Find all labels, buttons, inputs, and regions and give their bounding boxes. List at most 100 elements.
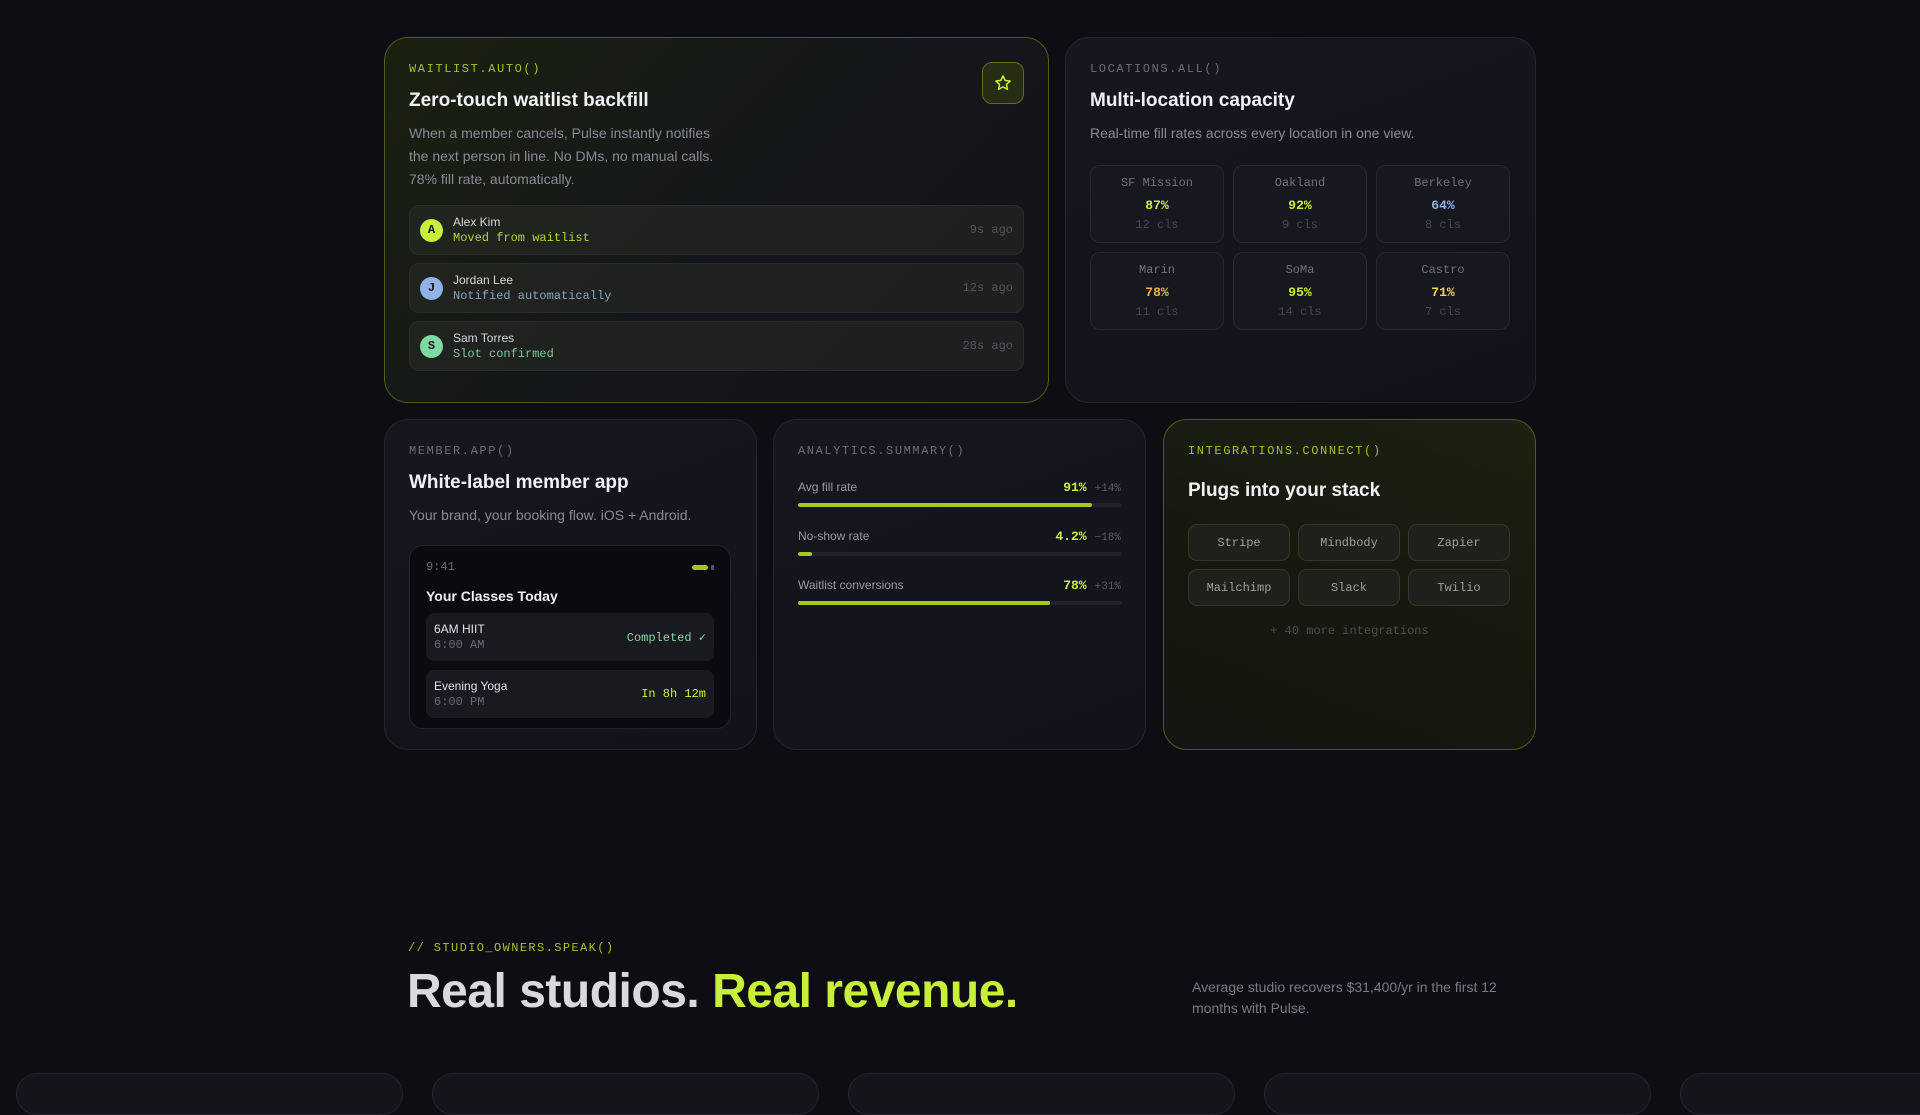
integration-mindbody[interactable]: Mindbody [1298, 524, 1400, 561]
battery-icon [692, 564, 714, 570]
list-item: A Alex Kim Moved from waitlist 9s ago [409, 205, 1024, 255]
metric-label: Waitlist conversions [798, 578, 904, 592]
location-name: SoMa [1285, 263, 1315, 277]
member-name: Alex Kim [453, 215, 501, 229]
headline-part-b: Real revenue. [712, 965, 1018, 1018]
member-status: Notified automatically [453, 289, 612, 303]
member-name: Sam Torres [453, 331, 515, 345]
class-time: 6:00 AM [434, 638, 485, 652]
location-fill-rate: 71% [1431, 285, 1455, 300]
avatar: A [420, 218, 443, 242]
star-icon [995, 75, 1011, 91]
metric-row: No-show rate 4.2% −18% [798, 529, 1121, 556]
integration-zapier[interactable]: Zapier [1408, 524, 1510, 561]
metric-bar [798, 601, 1121, 605]
location-name: Castro [1421, 263, 1465, 277]
class-item[interactable]: Evening Yoga 6:00 PM In 8h 12m [426, 670, 714, 718]
star-button[interactable] [982, 62, 1024, 104]
member-app-title: White-label member app [409, 472, 629, 493]
waitlist-activity-list: A Alex Kim Moved from waitlist 9s ago J … [409, 205, 1024, 371]
testimonial-card [848, 1073, 1235, 1115]
testimonial-card [16, 1073, 403, 1115]
metric-delta: −18% [1094, 532, 1121, 544]
testimonial-card [1680, 1073, 1920, 1115]
location-fill-rate: 78% [1145, 285, 1169, 300]
avatar: J [420, 276, 443, 300]
activity-time: 9s ago [969, 223, 1013, 237]
location-cell: SoMa 95% 14 cls [1233, 252, 1367, 330]
metric-label: No-show rate [798, 529, 870, 543]
location-cell: Oakland 92% 9 cls [1233, 165, 1367, 243]
class-time: 6:00 PM [434, 695, 485, 709]
testimonial-card [1264, 1073, 1651, 1115]
location-name: Oakland [1274, 176, 1326, 190]
section-headline: Real studios. Real revenue. [407, 964, 1018, 1019]
metric-list: Avg fill rate 91% +14% No-show rate 4.2%… [798, 480, 1121, 605]
headline-part-a: Real studios. [407, 965, 700, 1018]
phone-mockup: 9:41 Your Classes Today 6AM HIIT 6:00 AM… [409, 545, 731, 729]
list-item: S Sam Torres Slot confirmed 28s ago [409, 321, 1024, 371]
location-fill-rate: 87% [1145, 198, 1169, 213]
locations-card: LOCATIONS.ALL() Multi-location capacity … [1065, 37, 1536, 403]
location-fill-rate: 95% [1288, 285, 1312, 300]
metric-row: Waitlist conversions 78% +31% [798, 578, 1121, 605]
metric-value: 4.2% [1055, 529, 1087, 544]
metric-bar [798, 503, 1121, 507]
class-item[interactable]: 6AM HIIT 6:00 AM Completed ✓ [426, 613, 714, 661]
locations-desc: Real-time fill rates across every locati… [1090, 125, 1415, 141]
class-name: Evening Yoga [434, 679, 508, 693]
location-cell: Castro 71% 7 cls [1376, 252, 1510, 330]
location-class-count: 12 cls [1135, 218, 1179, 232]
member-status: Slot confirmed [453, 347, 554, 361]
metric-delta: +14% [1094, 483, 1121, 495]
location-cell: Berkeley 64% 8 cls [1376, 165, 1510, 243]
activity-time: 12s ago [962, 281, 1013, 295]
member-status: Moved from waitlist [453, 231, 590, 245]
waitlist-card: WAITLIST.AUTO() Zero-touch waitlist back… [384, 37, 1049, 403]
class-name: 6AM HIIT [434, 622, 485, 636]
member-name: Jordan Lee [453, 273, 514, 287]
metric-bar [798, 552, 1121, 556]
location-class-count: 7 cls [1424, 305, 1461, 319]
metric-bar-fill [798, 503, 1092, 507]
locations-title: Multi-location capacity [1090, 90, 1295, 111]
waitlist-tag: WAITLIST.AUTO() [409, 62, 542, 76]
integration-stripe[interactable]: Stripe [1188, 524, 1290, 561]
metric-label: Avg fill rate [798, 480, 858, 494]
location-class-count: 14 cls [1278, 305, 1322, 319]
integration-grid: Stripe Mindbody Zapier Mailchimp Slack T… [1188, 524, 1511, 606]
analytics-card: ANALYTICS.SUMMARY() Avg fill rate 91% +1… [773, 419, 1146, 750]
integrations-tag: INTEGRATIONS.CONNECT() [1188, 444, 1382, 458]
phone-clock: 9:41 [426, 560, 455, 574]
metric-value: 91% [1063, 480, 1087, 495]
class-status: Completed ✓ [626, 630, 706, 645]
waitlist-desc: When a member cancels, Pulse instantly n… [409, 125, 714, 187]
location-name: Marin [1138, 263, 1175, 277]
member-app-tag: MEMBER.APP() [409, 444, 515, 458]
location-cell: SF Mission 87% 12 cls [1090, 165, 1224, 243]
integrations-title: Plugs into your stack [1188, 480, 1381, 501]
metric-bar-fill [798, 552, 812, 556]
analytics-tag: ANALYTICS.SUMMARY() [798, 444, 966, 458]
integration-twilio[interactable]: Twilio [1408, 569, 1510, 606]
class-status: In 8h 12m [641, 687, 706, 701]
activity-time: 28s ago [962, 339, 1013, 353]
metric-bar-fill [798, 601, 1050, 605]
integration-mailchimp[interactable]: Mailchimp [1188, 569, 1290, 606]
location-fill-rate: 92% [1288, 198, 1312, 213]
location-grid: SF Mission 87% 12 cls Oakland 92% 9 cls … [1090, 165, 1511, 330]
phone-screen-title: Your Classes Today [426, 588, 558, 604]
location-fill-rate: 64% [1431, 198, 1455, 213]
member-app-card: MEMBER.APP() White-label member app Your… [384, 419, 757, 750]
waitlist-title: Zero-touch waitlist backfill [409, 90, 649, 111]
section-tag: // STUDIO_OWNERS.SPEAK() [408, 941, 615, 955]
locations-tag: LOCATIONS.ALL() [1090, 62, 1223, 76]
location-class-count: 11 cls [1135, 305, 1179, 319]
metric-row: Avg fill rate 91% +14% [798, 480, 1121, 507]
integration-slack[interactable]: Slack [1298, 569, 1400, 606]
metric-value: 78% [1063, 578, 1087, 593]
list-item: J Jordan Lee Notified automatically 12s … [409, 263, 1024, 313]
testimonial-card [432, 1073, 819, 1115]
member-app-desc: Your brand, your booking flow. iOS + And… [409, 507, 692, 523]
more-integrations-link[interactable]: + 40 more integrations [1188, 624, 1511, 638]
